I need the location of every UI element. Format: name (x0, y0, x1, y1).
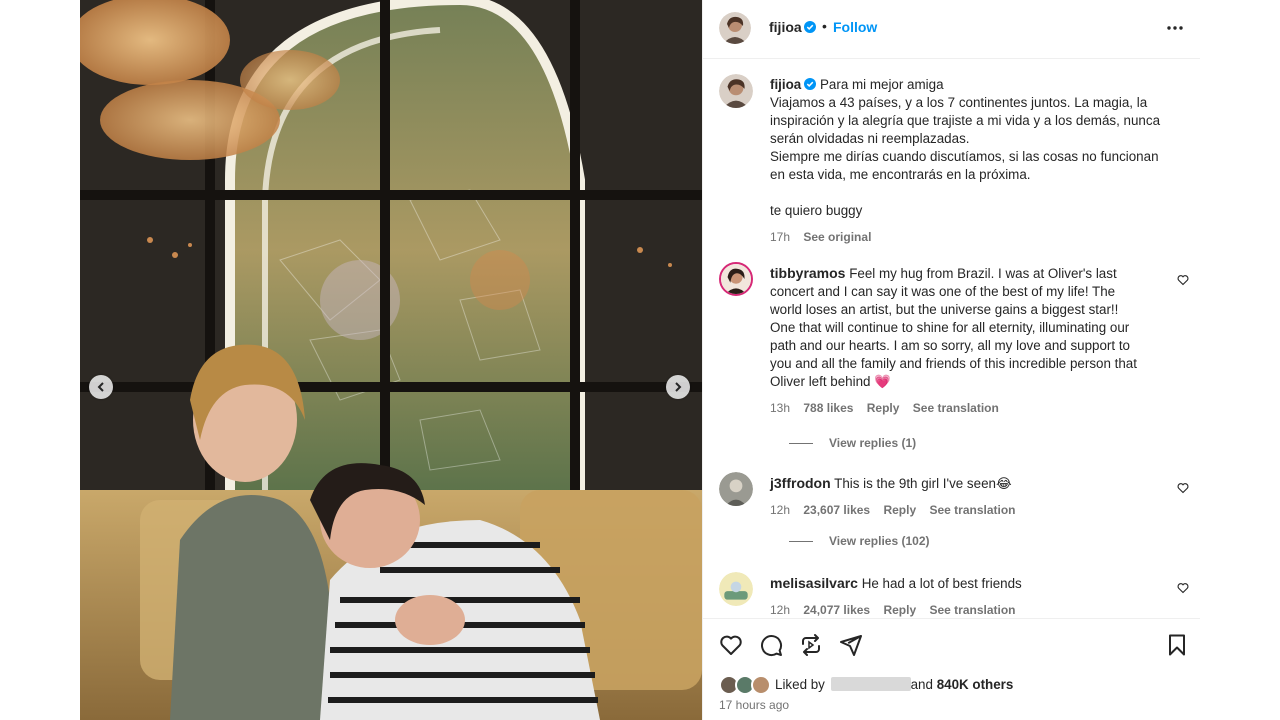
verified-badge-icon (804, 78, 817, 90)
more-horizontal-icon[interactable] (1165, 18, 1185, 38)
commenter-avatar[interactable] (719, 472, 753, 506)
comment-line-text: Feel my hug from Brazil. I was at Oliver… (849, 266, 1117, 281)
commenter-username[interactable]: tibbyramos (770, 265, 845, 281)
view-replies-label: View replies (1) (829, 436, 917, 450)
comment-line: world loses an artist, but the universe … (770, 302, 1119, 317)
comment-line: melisasilvarc He had a lot of best frien… (770, 574, 1170, 593)
and-label: and (910, 677, 933, 692)
caption-line: Viajamos a 43 países, y a los 7 continen… (770, 95, 1148, 110)
liker-avatar (751, 675, 771, 695)
comment-time: 13h (770, 401, 791, 415)
comment-meta: 12h 23,607 likes Reply See translation (770, 501, 1170, 519)
replies-divider (789, 443, 813, 445)
commenter-username[interactable]: j3ffrodon (770, 475, 831, 491)
emoji-laughing: 😂 (995, 476, 1012, 491)
post-photo (80, 0, 702, 720)
caption-line: Siempre me dirías cuando discutíamos, si… (770, 149, 1159, 164)
caption-line: serán olvidadas ni reemplazadas. (770, 131, 970, 146)
caption-meta: 17h See original (770, 228, 1170, 246)
liked-by-label: Liked by (775, 677, 825, 692)
reply-button[interactable]: Reply (867, 401, 900, 415)
comment-line: tibbyramos Feel my hug from Brazil. I wa… (770, 264, 1170, 283)
reply-button[interactable]: Reply (883, 603, 916, 617)
share-icon[interactable] (799, 633, 823, 657)
caption-line: en esta vida, me encontrarás en la próxi… (770, 167, 1031, 182)
reply-button[interactable]: Reply (883, 503, 916, 517)
comment-likes[interactable]: 788 likes (803, 401, 853, 415)
caption-time: 17h (770, 230, 791, 244)
author-username[interactable]: fijioa (769, 19, 802, 35)
comment-line: One that will continue to shine for all … (770, 320, 1130, 335)
caption-line: inspiración y la alegría que trajiste a … (770, 113, 1161, 128)
comment-line: j3ffrodon This is the 9th girl I've seen… (770, 474, 1170, 493)
comment-meta: 13h 788 likes Reply See translation (770, 399, 1170, 417)
see-translation-link[interactable]: See translation (929, 603, 1015, 617)
follow-button[interactable]: Follow (833, 19, 877, 35)
commenter-username[interactable]: melisasilvarc (770, 575, 858, 591)
commenter-avatar[interactable] (719, 262, 753, 296)
page-backdrop-right (1199, 0, 1280, 720)
carousel-next-button[interactable] (666, 375, 690, 399)
view-replies-button[interactable]: View replies (1) (789, 436, 916, 450)
page-backdrop-left (0, 0, 80, 720)
commenter-avatar[interactable] (719, 572, 753, 606)
emoji-pink-heart: 💗 (874, 374, 891, 389)
post-side-panel: fijioa • Follow fijioa Para mi mejor ami… (702, 0, 1200, 720)
view-replies-label: View replies (102) (829, 534, 930, 548)
verified-badge-icon (804, 20, 816, 33)
view-replies-button[interactable]: View replies (102) (789, 534, 930, 548)
see-translation-link[interactable]: See translation (913, 401, 999, 415)
caption-avatar[interactable] (719, 74, 753, 108)
post-header: fijioa • Follow (703, 0, 1200, 59)
liker-avatars[interactable] (719, 675, 771, 695)
comment-line: you and all the family and friends of th… (770, 356, 1137, 371)
caption-line: te quiero buggy (770, 203, 863, 218)
comment-body: tibbyramos Feel my hug from Brazil. I wa… (770, 264, 1170, 417)
liked-by-text: Liked by and 840K others (775, 677, 1013, 692)
comment-line-text: This is the 9th girl I've seen (834, 476, 996, 491)
comment-line-text: Oliver left behind (770, 374, 871, 389)
comment-meta: 12h 24,077 likes Reply See translation (770, 601, 1170, 618)
separator-dot: • (822, 18, 827, 34)
others-count[interactable]: 840K others (937, 677, 1014, 692)
comment-line: concert and I can say it was one of the … (770, 284, 1116, 299)
caption-line-text: Para mi mejor amiga (819, 77, 944, 92)
caption-text: fijioa Para mi mejor amiga Viajamos a 43… (770, 76, 1170, 246)
see-translation-link[interactable]: See translation (929, 503, 1015, 517)
carousel-prev-button[interactable] (89, 375, 113, 399)
comment-likes[interactable]: 23,607 likes (803, 503, 870, 517)
comment-line: Oliver left behind 💗 (770, 373, 1170, 391)
comment-likes[interactable]: 24,077 likes (803, 603, 870, 617)
post-timestamp[interactable]: 17 hours ago (719, 698, 789, 712)
chevron-left-icon (97, 382, 104, 392)
comment-icon[interactable] (759, 633, 783, 657)
comment-time: 12h (770, 503, 791, 517)
like-comment-heart-icon[interactable] (1177, 582, 1189, 594)
comment-body: melisasilvarc He had a lot of best frien… (770, 574, 1170, 618)
chevron-right-icon (675, 382, 682, 392)
caption-line: fijioa Para mi mejor amiga (770, 76, 1170, 94)
comment-line-text: He had a lot of best friends (861, 576, 1022, 591)
caption-line (770, 184, 1170, 202)
comment-time: 12h (770, 603, 791, 617)
replies-divider (789, 541, 813, 543)
redacted-username (830, 677, 911, 691)
comments-list[interactable]: fijioa Para mi mejor amiga Viajamos a 43… (703, 60, 1200, 618)
author-avatar[interactable] (719, 12, 751, 44)
like-comment-heart-icon[interactable] (1177, 274, 1189, 286)
send-icon[interactable] (839, 633, 863, 657)
see-original-link[interactable]: See original (803, 230, 871, 244)
heart-icon[interactable] (719, 633, 743, 657)
comment-body: j3ffrodon This is the 9th girl I've seen… (770, 474, 1170, 519)
bookmark-icon[interactable] (1165, 633, 1189, 657)
post-media[interactable] (80, 0, 702, 720)
comment-line: path and our hearts. I am so sorry, all … (770, 338, 1130, 353)
post-actions: Liked by and 840K others 17 hours ago (703, 618, 1200, 720)
like-comment-heart-icon[interactable] (1177, 482, 1189, 494)
caption-username[interactable]: fijioa (770, 77, 801, 92)
